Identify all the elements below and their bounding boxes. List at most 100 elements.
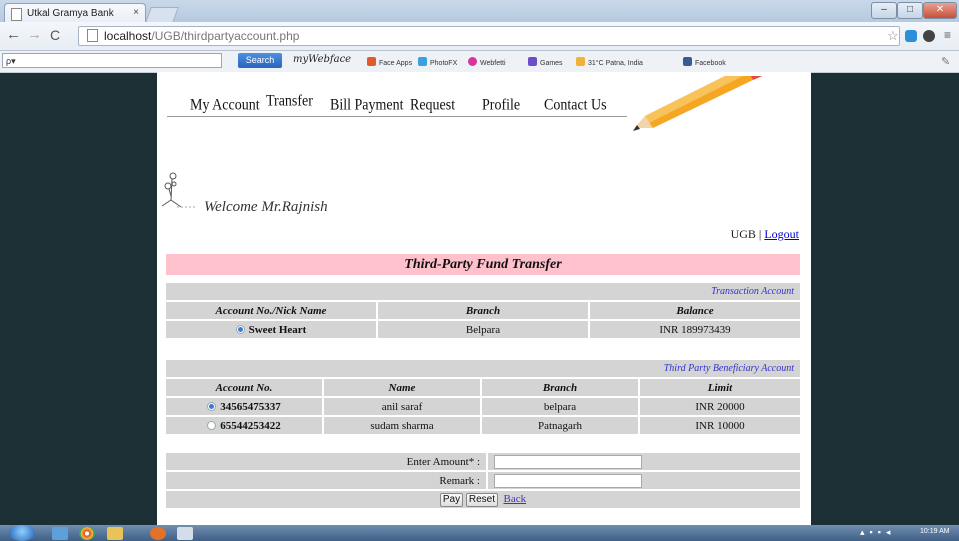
ben-account-cell[interactable]: 34565475337	[166, 398, 322, 415]
table-row: Sweet Heart Belpara INR 189973439	[166, 321, 800, 338]
ben-limit-cell: INR 10000	[640, 417, 800, 434]
tray-icons[interactable]: ▴▪▪◂	[860, 527, 895, 538]
flower-illustration	[161, 172, 197, 208]
url-path: /UGB/thirdpartyaccount.php	[151, 29, 300, 43]
nav-my-account[interactable]: My Account	[190, 97, 260, 115]
search-toolbar: ρ▾ Search myWebface Face Apps PhotoFX We…	[0, 51, 959, 73]
pay-button[interactable]: Pay	[439, 492, 464, 507]
chrome-icon[interactable]	[79, 527, 95, 540]
beneficiary-section: Third Party Beneficiary Account	[166, 360, 800, 377]
reset-button[interactable]: Reset	[465, 492, 498, 507]
transaction-account-table: Transaction Account Account No./Nick Nam…	[164, 281, 802, 340]
toolbar-weather[interactable]: 31°C Patna, India	[576, 57, 643, 67]
webfetti-icon	[468, 57, 477, 66]
ben-limit-cell: INR 20000	[640, 398, 800, 415]
nav-transfer[interactable]: Transfer	[266, 93, 313, 111]
toolbar-face-apps[interactable]: Face Apps	[367, 57, 412, 67]
toolbar-games[interactable]: Games	[528, 57, 563, 67]
toolbar-brand[interactable]: myWebface	[293, 54, 351, 65]
nav-bill-payment[interactable]: Bill Payment	[330, 97, 404, 115]
minimize-button[interactable]: –	[871, 2, 897, 19]
reload-icon[interactable]: C	[50, 27, 60, 43]
toolbar-photofx[interactable]: PhotoFX	[418, 57, 457, 67]
amount-input[interactable]	[494, 454, 642, 469]
col-balance: Balance	[590, 302, 800, 319]
pencil-illustration	[633, 76, 763, 131]
menu-icon[interactable]: ≡	[944, 28, 951, 42]
col-account-nickname: Account No./Nick Name	[166, 302, 376, 319]
nav-contact-us[interactable]: Contact Us	[544, 97, 607, 115]
games-icon	[528, 57, 537, 66]
logout-link[interactable]: Logout	[764, 227, 799, 241]
photofx-icon	[418, 57, 427, 66]
toolbar-options-icon[interactable]: ✎	[941, 55, 950, 68]
toolbar-search-button[interactable]: Search	[238, 53, 282, 68]
bank-label: UGB	[730, 227, 756, 241]
url-field[interactable]: localhost/UGB/thirdpartyaccount.php	[78, 26, 900, 46]
extension-icon[interactable]	[905, 30, 917, 42]
nav-profile[interactable]: Profile	[482, 97, 520, 115]
back-link[interactable]: Back	[504, 493, 527, 505]
col-limit: Limit	[640, 379, 800, 396]
back-arrow-icon[interactable]: ←	[6, 26, 21, 43]
tab-close-icon[interactable]: ×	[133, 7, 139, 18]
beneficiary-radio[interactable]	[207, 401, 217, 411]
col-branch: Branch	[378, 302, 588, 319]
amount-label: Enter Amount* :	[166, 453, 486, 470]
user-bar: UGB | Logout	[731, 227, 799, 242]
nav-request[interactable]: Request	[410, 97, 455, 115]
account-radio[interactable]	[235, 324, 245, 334]
remark-cell	[488, 472, 800, 489]
url-host: localhost	[104, 29, 152, 43]
col-account-no: Account No.	[166, 379, 322, 396]
page-content: My Account Transfer Bill Payment Request…	[157, 72, 811, 525]
face-apps-icon	[367, 57, 376, 66]
welcome-message: Welcome Mr.Rajnish	[204, 199, 328, 215]
taskbar: ▴▪▪◂ 10:19 AM	[0, 525, 959, 541]
amount-cell	[488, 453, 800, 470]
page-icon	[87, 29, 98, 42]
ben-name-cell: anil saraf	[324, 398, 480, 415]
facebook-icon	[683, 57, 692, 66]
remark-label: Remark :	[166, 472, 486, 489]
nav-divider	[167, 116, 627, 117]
bookmark-star-icon[interactable]: ☆	[887, 28, 899, 44]
app-icon[interactable]	[177, 527, 193, 540]
table-row: 65544253422 sudam sharma Patnagarh INR 1…	[166, 417, 800, 434]
toolbar-webfetti[interactable]: Webfetti	[468, 57, 506, 67]
folder-icon[interactable]	[107, 527, 123, 540]
beneficiary-radio[interactable]	[207, 420, 217, 430]
page-icon	[11, 8, 22, 21]
ie-icon[interactable]	[52, 527, 68, 540]
account-cell[interactable]: Sweet Heart	[166, 321, 376, 338]
table-row: 34565475337 anil saraf belpara INR 20000	[166, 398, 800, 415]
close-window-button[interactable]: ✕	[923, 2, 957, 19]
address-bar-row: ← → C localhost/UGB/thirdpartyaccount.ph…	[0, 22, 959, 51]
separator: |	[758, 227, 762, 241]
tab-title: Utkal Gramya Bank	[27, 8, 114, 19]
transfer-form: Enter Amount* : Remark : Pay Reset Back	[164, 451, 802, 510]
ben-name-cell: sudam sharma	[324, 417, 480, 434]
start-button[interactable]	[9, 525, 35, 541]
ben-account-cell[interactable]: 65544253422	[166, 417, 322, 434]
toolbar-facebook[interactable]: Facebook	[683, 57, 726, 67]
clock: 10:19 AM	[920, 528, 950, 535]
beneficiary-table: Third Party Beneficiary Account Account …	[164, 358, 802, 436]
ben-branch-cell: belpara	[482, 398, 638, 415]
balance-cell: INR 189973439	[590, 321, 800, 338]
branch-cell: Belpara	[378, 321, 588, 338]
remark-input[interactable]	[494, 473, 642, 488]
col-name: Name	[324, 379, 480, 396]
action-cell: Pay Reset Back	[166, 491, 800, 508]
ben-branch-cell: Patnagarh	[482, 417, 638, 434]
transaction-account-section: Transaction Account	[166, 283, 800, 300]
maximize-button[interactable]: □	[897, 2, 923, 19]
media-icon[interactable]	[150, 527, 166, 540]
weather-icon	[576, 57, 585, 66]
forward-arrow-icon[interactable]: →	[27, 26, 42, 43]
toolbar-search-input[interactable]: ρ▾	[2, 53, 222, 68]
new-tab-button[interactable]	[145, 7, 179, 23]
browser-tab[interactable]: Utkal Gramya Bank ×	[4, 3, 146, 23]
extension-icon[interactable]	[923, 30, 935, 42]
transfer-title: Third-Party Fund Transfer	[166, 254, 800, 275]
